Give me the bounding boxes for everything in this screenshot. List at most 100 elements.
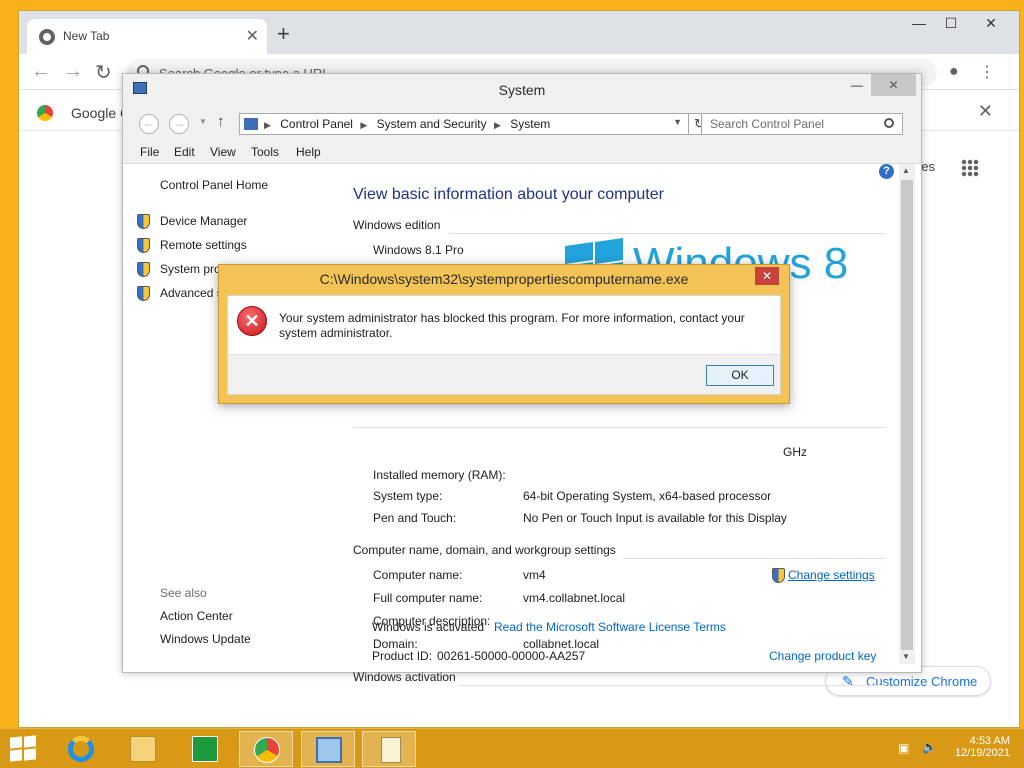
chevron-down-icon[interactable]: ▼	[673, 117, 682, 127]
menu-edit[interactable]: Edit	[174, 145, 195, 159]
pen-touch-label: Pen and Touch:	[373, 511, 457, 525]
profile-icon[interactable]: ●	[949, 63, 959, 81]
notepad-taskbar-icon[interactable]	[362, 731, 416, 767]
system-taskbar-icon[interactable]	[301, 731, 355, 767]
section-heading: Computer name, domain, and workgroup set…	[353, 543, 616, 557]
windows-update-link[interactable]: Windows Update	[160, 632, 251, 646]
processor-tail: GHz	[783, 445, 807, 459]
maximize-button[interactable]: ☐	[936, 15, 966, 37]
domain-value: collabnet.local	[523, 637, 600, 651]
forward-button[interactable]: →	[169, 114, 189, 134]
scroll-down-icon[interactable]: ▼	[902, 652, 910, 661]
shield-icon	[137, 214, 150, 229]
breadcrumb[interactable]: ▶ Control Panel ▶ System and Security ▶ …	[239, 113, 689, 135]
up-arrow-icon[interactable]: ↑	[217, 113, 225, 130]
clock-time: 4:53 AM	[969, 735, 1010, 747]
computer-name-value: vm4	[523, 568, 546, 582]
windows-edition-value: Windows 8.1 Pro	[373, 243, 464, 257]
menu-tools[interactable]: Tools	[251, 145, 279, 159]
vertical-scrollbar[interactable]: ▲ ▼	[899, 164, 915, 664]
breadcrumb-separator-icon: ▶	[360, 120, 368, 130]
internet-explorer-icon[interactable]	[54, 731, 108, 767]
system-close-button[interactable]: ✕	[871, 74, 916, 96]
full-name-label: Full computer name:	[373, 591, 483, 605]
dialog-message: Your system administrator has blocked th…	[279, 311, 745, 340]
back-arrow-icon[interactable]: ←	[31, 60, 51, 83]
pen-touch-value: No Pen or Touch Input is available for t…	[523, 511, 787, 525]
ntp-images-link[interactable]: es	[921, 159, 935, 174]
reload-icon[interactable]: ↻	[95, 60, 112, 85]
control-panel-home-link[interactable]: Control Panel Home	[160, 178, 268, 192]
control-panel-icon	[244, 118, 258, 130]
breadcrumb-item[interactable]: System and Security	[377, 117, 487, 131]
dialog-footer: OK	[228, 354, 780, 394]
ok-button[interactable]: OK	[706, 365, 774, 386]
taskbar: ▣ 🔈 4:53 AM 12/19/2021	[0, 728, 1024, 768]
menu-view[interactable]: View	[210, 145, 236, 159]
shield-icon	[137, 286, 150, 301]
section-heading: Windows activation	[353, 670, 456, 684]
left-nav: Control Panel Home Device Manager Remote…	[133, 164, 343, 664]
search-placeholder: Search Control Panel	[710, 117, 825, 131]
new-tab-button[interactable]: +	[277, 23, 290, 45]
volume-muted-icon[interactable]: 🔈	[922, 740, 937, 754]
forward-arrow-icon[interactable]: →	[63, 60, 83, 83]
divider	[353, 427, 886, 428]
installed-memory-label: Installed memory (RAM):	[373, 468, 506, 482]
advanced-settings-link[interactable]: Advanced s	[160, 286, 223, 300]
back-button[interactable]: ←	[139, 114, 159, 134]
bar-close-icon[interactable]: ✕	[978, 101, 993, 122]
close-button[interactable]: ✕	[976, 15, 1006, 37]
change-settings-link[interactable]: Change settings	[788, 568, 875, 582]
menu-help[interactable]: Help	[296, 145, 321, 159]
clock[interactable]: 4:53 AM 12/19/2021	[944, 735, 1010, 759]
store-icon[interactable]	[178, 731, 232, 767]
error-icon: ✕	[237, 306, 267, 336]
apps-grid-icon[interactable]	[961, 159, 979, 177]
recent-pages-icon[interactable]: ▼	[199, 117, 207, 126]
main-content: View basic information about your comput…	[343, 164, 898, 686]
computer-name-label: Computer name:	[373, 568, 463, 582]
system-window-title: System	[498, 82, 546, 98]
breadcrumb-separator-icon: ▶	[264, 120, 271, 130]
remote-settings-link[interactable]: Remote settings	[160, 238, 247, 252]
dialog-body: ✕ Your system administrator has blocked …	[227, 295, 781, 395]
description-label: Computer description:	[373, 614, 491, 628]
search-input[interactable]: Search Control Panel	[701, 113, 903, 135]
start-button[interactable]	[10, 735, 36, 762]
search-icon	[884, 118, 894, 128]
windows-edition-section: Windows edition	[353, 218, 886, 234]
menu-dots-icon[interactable]: ⋮	[979, 62, 995, 82]
scroll-up-icon[interactable]: ▲	[902, 166, 910, 175]
section-heading: Windows edition	[353, 218, 441, 232]
menu-file[interactable]: File	[140, 145, 159, 159]
scroll-thumb[interactable]	[901, 180, 913, 650]
action-center-link[interactable]: Action Center	[160, 609, 233, 623]
divider	[459, 685, 886, 686]
minimize-button[interactable]: —	[904, 15, 934, 37]
dialog-close-button[interactable]: ✕	[755, 267, 779, 285]
device-manager-link[interactable]: Device Manager	[160, 214, 247, 228]
tab-strip: New Tab ✕ + — ☐ ✕	[19, 11, 1019, 54]
network-icon[interactable]: ▣	[898, 741, 909, 755]
system-type-label: System type:	[373, 489, 443, 503]
error-dialog: C:\Windows\system32\systempropertiescomp…	[218, 264, 790, 404]
breadcrumb-item[interactable]: System	[510, 117, 550, 131]
tab-close-icon[interactable]: ✕	[246, 26, 259, 46]
tab-title: New Tab	[63, 29, 110, 43]
system-protection-link[interactable]: System pro	[160, 262, 221, 276]
system-titlebar: System — ☐	[123, 74, 921, 104]
tab-new-tab[interactable]: New Tab ✕	[27, 19, 267, 54]
menu-bar: File Edit View Tools Help	[123, 140, 921, 164]
chrome-taskbar-icon[interactable]	[239, 731, 293, 767]
change-product-key-link[interactable]: Change product key	[769, 649, 876, 663]
breadcrumb-item[interactable]: Control Panel	[280, 117, 353, 131]
divider	[623, 558, 886, 559]
file-explorer-icon[interactable]	[116, 731, 170, 767]
clock-date: 12/19/2021	[954, 747, 1010, 759]
activation-section: Windows activation	[353, 670, 886, 686]
google-icon	[37, 105, 53, 121]
license-terms-link[interactable]: Read the Microsoft Software License Term…	[494, 620, 726, 634]
computer-name-section: Computer name, domain, and workgroup set…	[353, 543, 886, 559]
full-name-value: vm4.collabnet.local	[523, 591, 626, 605]
